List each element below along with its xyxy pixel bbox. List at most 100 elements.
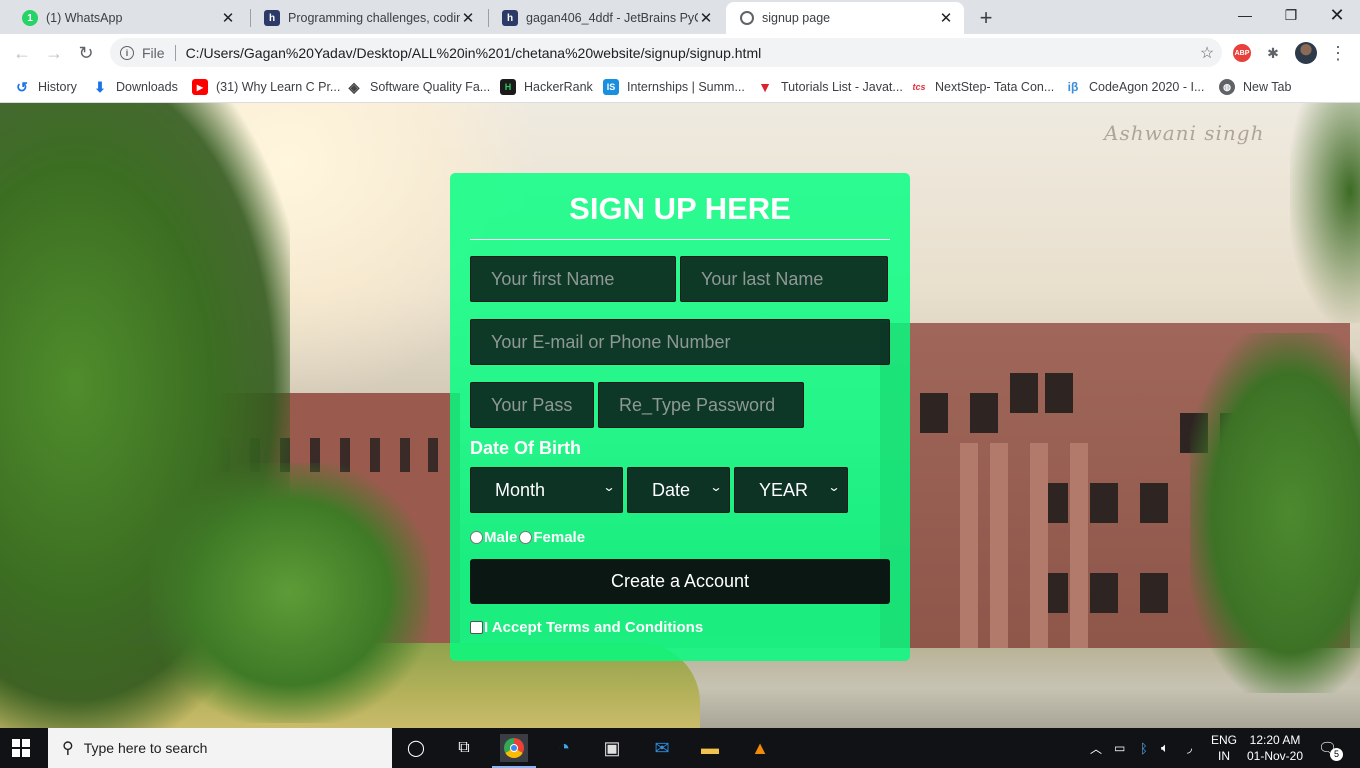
notification-count-badge: 5 xyxy=(1330,748,1344,761)
battery-icon[interactable]: ▭ xyxy=(1114,728,1125,768)
menu-kebab-icon[interactable]: ⋮ xyxy=(1327,42,1349,64)
tab-title: Programming challenges, coding xyxy=(288,11,460,25)
close-icon[interactable]: ✕ xyxy=(938,9,954,27)
volume-icon[interactable]: 🔈︎ xyxy=(1161,728,1169,768)
bookmark-history[interactable]: ↺ History xyxy=(14,77,77,97)
extensions-puzzle-icon[interactable]: ✱ xyxy=(1262,42,1284,64)
bookmark-internships[interactable]: IS Internships | Summ... xyxy=(603,77,745,97)
email-or-phone-input[interactable] xyxy=(470,319,890,365)
chevron-down-icon: ⌄ xyxy=(602,480,616,494)
chevron-down-icon: ⌄ xyxy=(827,480,841,494)
title-divider xyxy=(470,239,890,240)
password-input[interactable] xyxy=(470,382,594,428)
search-icon: ⚲ xyxy=(62,740,74,757)
chrome-taskbar-icon[interactable] xyxy=(492,734,536,768)
bookmark-label: Software Quality Fa... xyxy=(370,80,491,94)
bookmark-label: Internships | Summ... xyxy=(627,80,745,94)
bookmark-label: Tutorials List - Javat... xyxy=(781,80,903,94)
bookmark-downloads[interactable]: ⬇ Downloads xyxy=(92,77,178,97)
windows-taskbar: ⚲ Type here to search ◯ ⧉ ◔ ▣ ✉ ▬ ▲ ︿ ▭ … xyxy=(0,728,1360,768)
year-select[interactable]: YEAR ⌄ xyxy=(734,467,848,513)
notification-center-icon[interactable]: 🗨︎ 5 xyxy=(1318,728,1344,768)
tab-signup-page[interactable]: signup page ✕ xyxy=(726,2,964,34)
arrow-right-icon: → xyxy=(45,42,63,63)
task-view-icon[interactable]: ⧉ xyxy=(450,734,478,762)
taskbar-search-box[interactable]: ⚲ Type here to search xyxy=(48,728,392,768)
date-select[interactable]: Date ⌄ xyxy=(627,467,730,513)
retype-password-input[interactable] xyxy=(598,382,804,428)
system-clock[interactable]: 12:20 AM 01-Nov-20 xyxy=(1244,732,1306,764)
internshala-icon: IS xyxy=(603,79,619,95)
close-icon[interactable]: ✕ xyxy=(220,9,236,27)
close-icon[interactable]: ✕ xyxy=(698,9,714,27)
minimize-button[interactable]: — xyxy=(1222,0,1268,30)
history-icon: ↺ xyxy=(16,78,28,95)
url-text[interactable]: C:/Users/Gagan%20Yadav/Desktop/ALL%20in%… xyxy=(186,45,1192,61)
background-tree xyxy=(1290,103,1360,323)
close-window-button[interactable]: ✕ xyxy=(1314,0,1360,30)
hackerrank-icon: H xyxy=(500,79,516,95)
female-label[interactable]: Female xyxy=(533,529,585,546)
bookmark-star-icon[interactable]: ☆ xyxy=(1192,43,1222,63)
vlc-icon[interactable]: ▲ xyxy=(746,734,774,762)
restore-button[interactable]: ❐ xyxy=(1268,0,1314,30)
first-name-input[interactable] xyxy=(470,256,676,302)
bookmark-new-tab[interactable]: ◍ New Tab xyxy=(1219,77,1291,97)
tab-programming-challenges[interactable]: h Programming challenges, coding ✕ xyxy=(250,2,486,34)
tray-overflow-chevron-icon[interactable]: ︿ xyxy=(1090,728,1102,768)
close-icon[interactable]: ✕ xyxy=(460,9,476,27)
tab-jetbrains[interactable]: h gagan406_4ddf - JetBrains PyCha ✕ xyxy=(488,2,724,34)
bookmark-codeagon[interactable]: iβ CodeAgon 2020 - I... xyxy=(1065,77,1205,97)
last-name-input[interactable] xyxy=(680,256,888,302)
windows-start-icon[interactable] xyxy=(12,739,30,757)
month-select[interactable]: Month ⌄ xyxy=(470,467,623,513)
new-tab-button[interactable]: + xyxy=(972,4,1000,32)
female-radio[interactable] xyxy=(519,531,533,544)
wifi-icon[interactable]: ◞ xyxy=(1187,728,1192,768)
tab-whatsapp[interactable]: 1 (1) WhatsApp ✕ xyxy=(8,2,246,34)
male-radio[interactable] xyxy=(470,531,483,544)
bluetooth-icon[interactable]: ᛒ xyxy=(1140,728,1148,768)
tcs-icon: tcs xyxy=(912,82,926,92)
hackerearth-icon: h xyxy=(502,10,518,26)
file-explorer-icon[interactable]: ▬ xyxy=(696,734,724,762)
date-of-birth-label: Date Of Birth xyxy=(470,438,582,458)
tab-title: gagan406_4ddf - JetBrains PyCha xyxy=(526,11,698,25)
back-button[interactable]: ← xyxy=(9,40,35,66)
bookmark-tcs-nextstep[interactable]: tcs NextStep- Tata Con... xyxy=(911,77,1054,97)
url-scheme-label: File xyxy=(142,44,165,61)
background-pillar xyxy=(1030,443,1048,683)
globe-icon xyxy=(740,11,754,25)
bookmark-software-quality[interactable]: ◈ Software Quality Fa... xyxy=(346,77,491,97)
input-language-indicator[interactable]: ENG IN xyxy=(1208,732,1240,764)
store-icon[interactable]: ▣ xyxy=(598,734,626,762)
gender-radio-group: Male Female xyxy=(470,529,585,546)
reload-button[interactable]: ↻ xyxy=(73,40,99,66)
signup-form: SIGN UP HERE Date Of Birth Month ⌄ Date … xyxy=(450,173,910,661)
edge-icon[interactable]: ◔ xyxy=(550,734,578,762)
bookmark-javatpoint[interactable]: ▼ Tutorials List - Javat... xyxy=(757,77,903,97)
adblock-icon[interactable]: ABP xyxy=(1233,44,1251,62)
background-pillar xyxy=(990,443,1008,683)
arrow-left-icon: ← xyxy=(13,42,31,63)
background-pillar xyxy=(1070,443,1088,683)
forward-button[interactable]: → xyxy=(41,40,67,66)
bookmark-hackerrank[interactable]: H HackerRank xyxy=(500,77,593,97)
male-label[interactable]: Male xyxy=(484,529,517,546)
date-select-value: Date xyxy=(652,479,691,500)
background-pillar xyxy=(960,443,978,683)
profile-avatar[interactable] xyxy=(1295,42,1317,64)
cortana-icon[interactable]: ◯ xyxy=(402,734,430,762)
info-icon[interactable]: i xyxy=(120,45,134,60)
clock-time: 12:20 AM xyxy=(1249,733,1301,747)
diamond-icon: ◈ xyxy=(348,78,360,95)
terms-label[interactable]: I Accept Terms and Conditions xyxy=(484,619,703,636)
terms-checkbox[interactable] xyxy=(470,621,483,634)
mail-icon[interactable]: ✉ xyxy=(648,734,676,762)
create-account-button[interactable]: Create a Account xyxy=(470,559,890,604)
region-code: IN xyxy=(1218,749,1230,763)
address-bar[interactable]: i File C:/Users/Gagan%20Yadav/Desktop/AL… xyxy=(110,38,1222,67)
tab-title: signup page xyxy=(762,11,831,25)
bookmark-youtube[interactable]: ▶ (31) Why Learn C Pr... xyxy=(192,77,340,97)
browser-tab-strip: 1 (1) WhatsApp ✕ h Programming challenge… xyxy=(0,0,1360,34)
